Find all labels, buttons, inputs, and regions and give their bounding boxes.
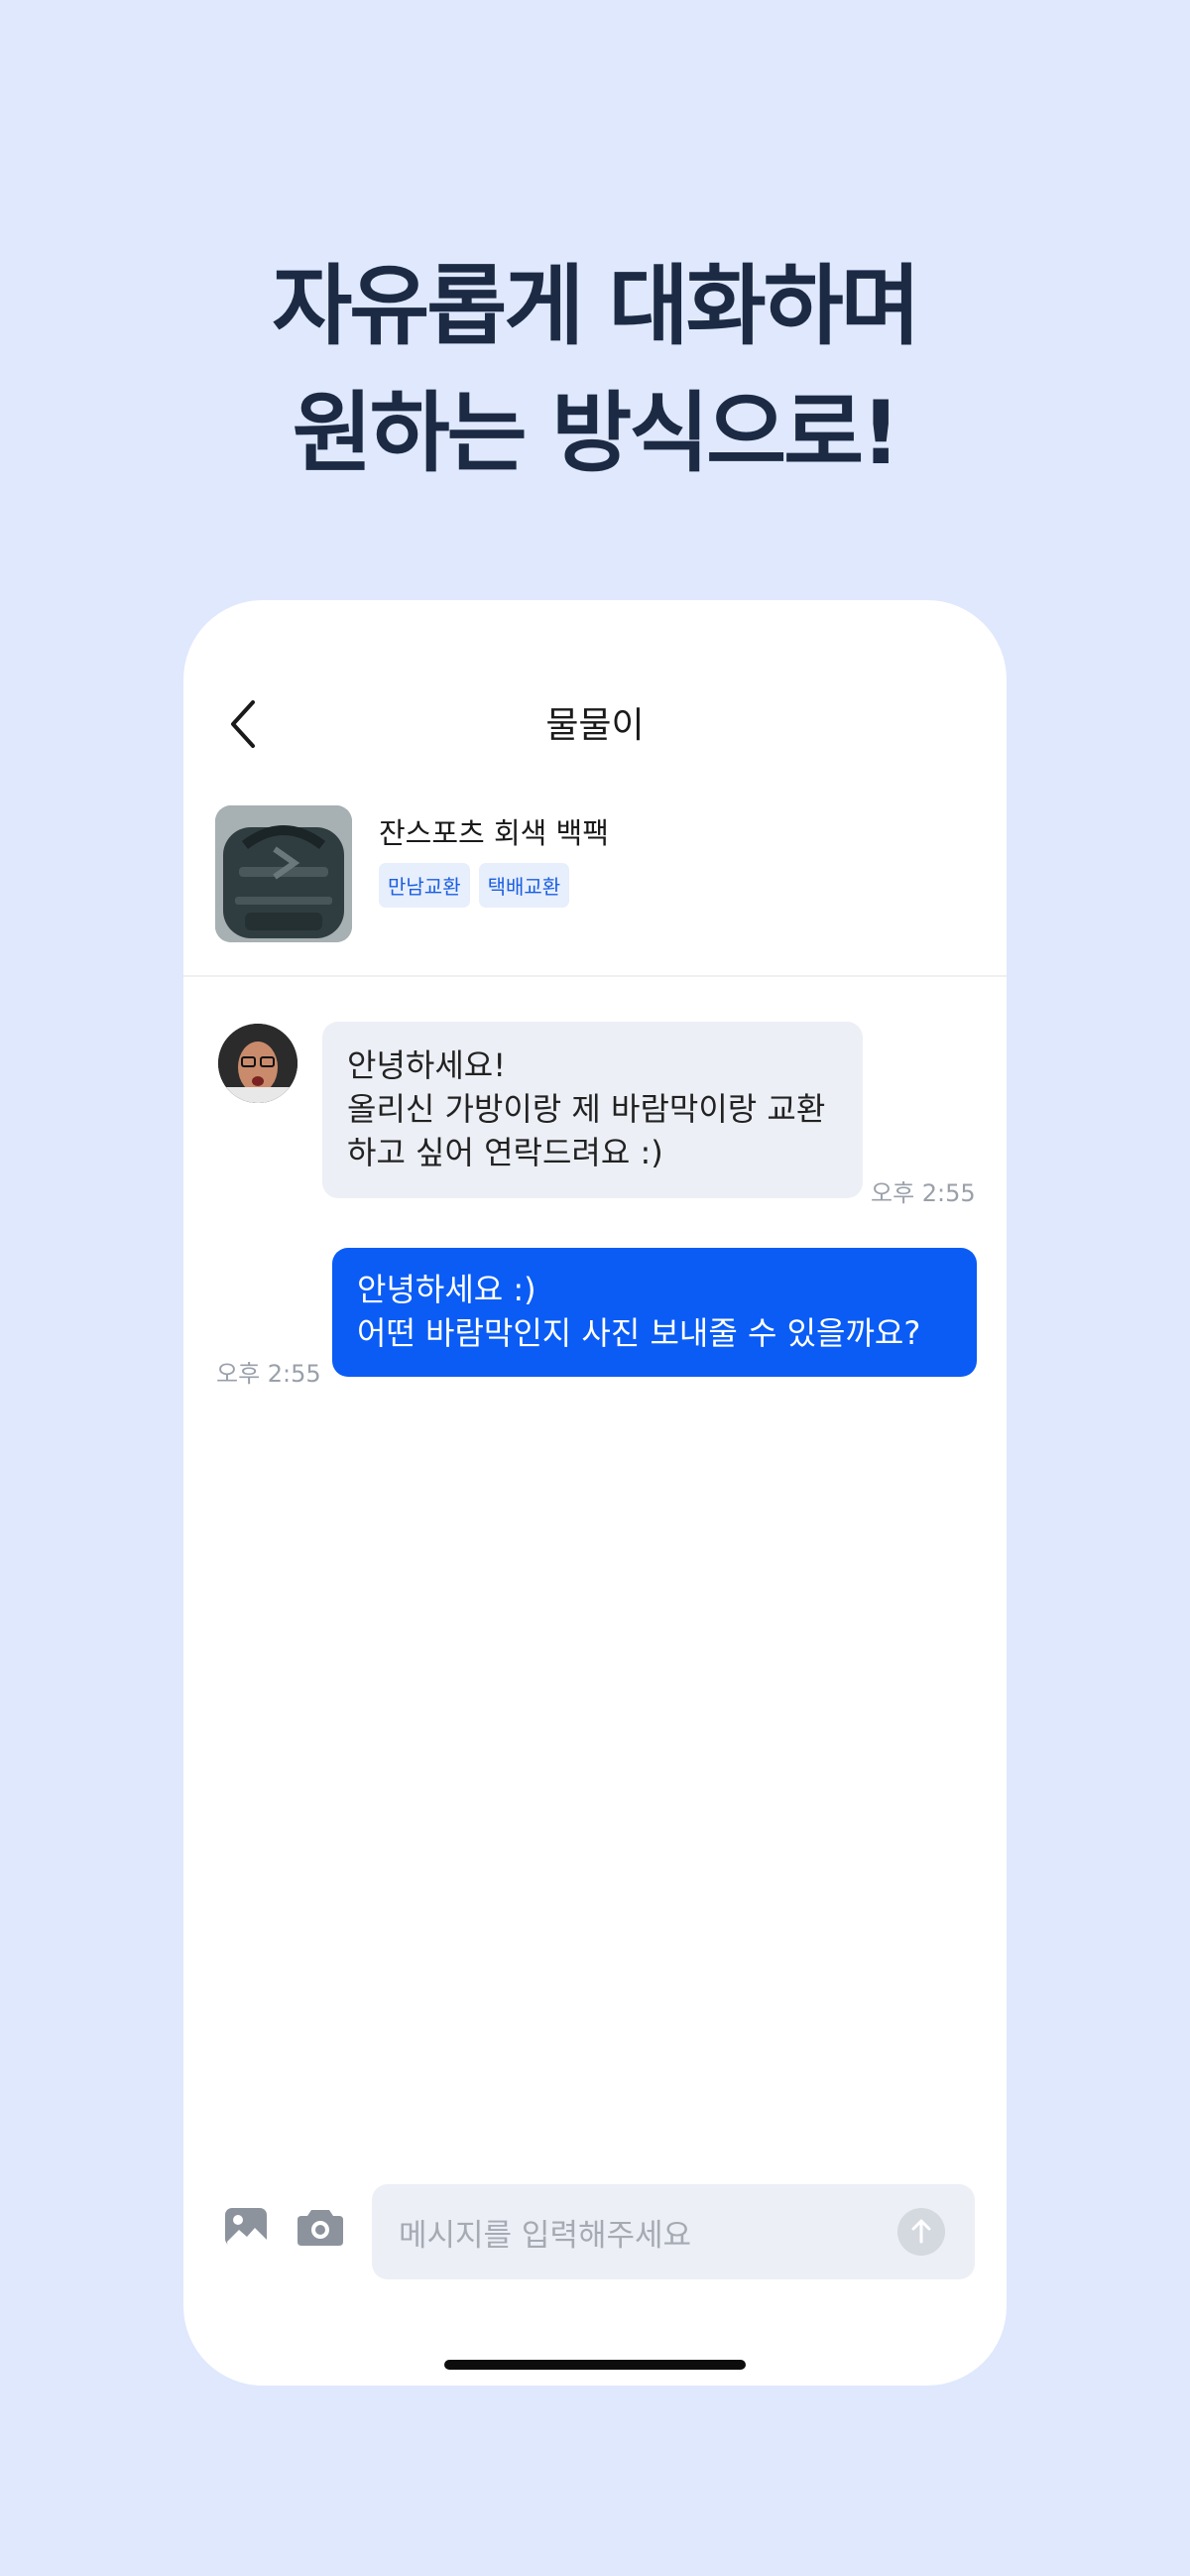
message-input-box[interactable]: 메시지를 입력해주세요: [372, 2184, 975, 2279]
send-button[interactable]: [897, 2208, 945, 2256]
headline: 자유롭게 대화하며 원하는 방식으로!: [0, 243, 1190, 497]
phone-frame: 물물이 잔스포츠 회색 백팩 만남교환 택배교환 안녕하세요! 올리신 가방이랑…: [183, 600, 1007, 2386]
product-card[interactable]: 잔스포츠 회색 백팩 만남교환 택배교환: [215, 805, 979, 944]
message-time-incoming: 오후 2:55: [871, 1179, 976, 1207]
tag-meetup: 만남교환: [379, 863, 470, 908]
message-time-outgoing: 오후 2:55: [216, 1360, 321, 1388]
gallery-button[interactable]: [223, 2204, 269, 2250]
camera-button[interactable]: [296, 2204, 343, 2250]
avatar[interactable]: [218, 1024, 298, 1103]
arrow-up-icon: [911, 2219, 931, 2244]
divider: [183, 975, 1007, 977]
product-tags: 만남교환 택배교환: [379, 863, 570, 908]
message-line: 올리신 가방이랑 제 바람막이랑 교환: [347, 1090, 826, 1128]
camera-icon: [298, 2210, 343, 2246]
chat-title: 물물이: [545, 705, 645, 746]
product-thumbnail[interactable]: [215, 805, 352, 942]
headline-line-1: 자유롭게 대화하며: [272, 255, 920, 357]
message-line: 안녕하세요 :): [357, 1271, 536, 1308]
message-line: 하고 싶어 연락드려요 :): [347, 1134, 663, 1171]
home-indicator: [444, 2360, 746, 2370]
image-icon: [225, 2208, 267, 2246]
product-name: 잔스포츠 회색 백팩: [379, 816, 609, 850]
message-line: 어떤 바람막인지 사진 보내줄 수 있을까요?: [357, 1314, 921, 1352]
message-line: 안녕하세요!: [347, 1046, 507, 1084]
tag-delivery: 택배교환: [478, 863, 570, 908]
headline-line-2: 원하는 방식으로!: [292, 382, 901, 484]
message-input[interactable]: 메시지를 입력해주세요: [399, 2210, 691, 2255]
message-bubble-outgoing: 안녕하세요 :) 어떤 바람막인지 사진 보내줄 수 있을까요?: [332, 1248, 977, 1377]
message-bubble-incoming: 안녕하세요! 올리신 가방이랑 제 바람막이랑 교환 하고 싶어 연락드려요 :…: [322, 1022, 863, 1198]
